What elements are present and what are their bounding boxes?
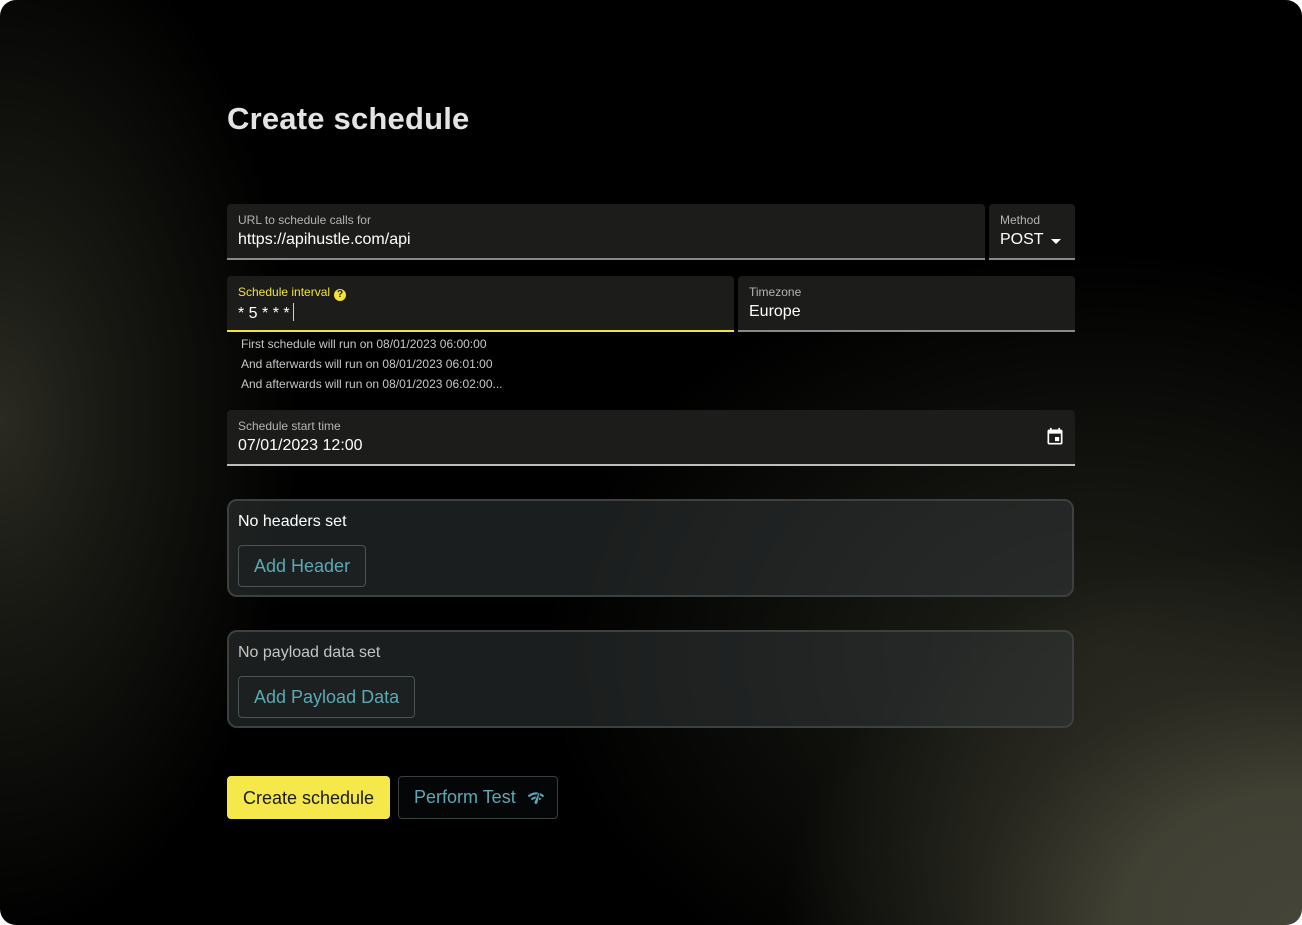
headers-empty-text: No headers set — [238, 513, 347, 530]
method-select-label: Method — [1000, 213, 1041, 227]
start-time-value: 07/01/2023 12:00 — [238, 437, 363, 454]
schedule-interval-text: * 5 * * * — [238, 305, 290, 322]
page: Create schedule URL to schedule calls fo… — [0, 0, 1302, 925]
url-field-value: https://apihustle.com/api — [238, 231, 411, 248]
dropdown-arrow-icon — [1051, 239, 1061, 244]
schedule-interval-value: * 5 * * * — [238, 303, 294, 323]
timezone-field[interactable]: Timezone Europe — [738, 276, 1075, 332]
url-field-label: URL to schedule calls for — [238, 213, 371, 227]
headers-section: No headers set Add Header — [227, 499, 1074, 597]
page-title: Create schedule — [227, 101, 470, 136]
schedule-start-time-field[interactable]: Schedule start time 07/01/2023 12:00 — [227, 410, 1075, 466]
calendar-icon[interactable] — [1045, 427, 1065, 447]
payload-section: No payload data set Add Payload Data — [227, 630, 1074, 728]
help-icon[interactable]: ? — [334, 289, 347, 301]
network-check-icon — [527, 792, 545, 804]
add-payload-data-button[interactable]: Add Payload Data — [238, 676, 416, 718]
perform-test-label: Perform Test — [414, 787, 516, 807]
timezone-label: Timezone — [749, 285, 802, 299]
interval-hint-second: And afterwards will run on 08/01/2023 06… — [241, 357, 493, 371]
interval-hint-third: And afterwards will run on 08/01/2023 06… — [241, 377, 503, 391]
schedule-interval-label: Schedule interval? — [238, 285, 347, 301]
payload-empty-text: No payload data set — [238, 644, 381, 661]
start-time-label: Schedule start time — [238, 419, 341, 433]
schedule-interval-field[interactable]: Schedule interval? * 5 * * * — [227, 276, 734, 332]
url-field[interactable]: URL to schedule calls for https://apihus… — [227, 204, 985, 260]
schedule-interval-label-text: Schedule interval — [238, 285, 331, 299]
interval-hint-first: First schedule will run on 08/01/2023 06… — [241, 337, 487, 351]
method-select-value: POST — [1000, 231, 1044, 248]
timezone-value: Europe — [749, 303, 801, 320]
create-schedule-button[interactable]: Create schedule — [227, 776, 390, 819]
method-select[interactable]: Method POST — [989, 204, 1075, 260]
add-header-button[interactable]: Add Header — [238, 545, 367, 587]
perform-test-button[interactable]: Perform Test — [398, 776, 558, 819]
text-caret — [292, 303, 294, 321]
